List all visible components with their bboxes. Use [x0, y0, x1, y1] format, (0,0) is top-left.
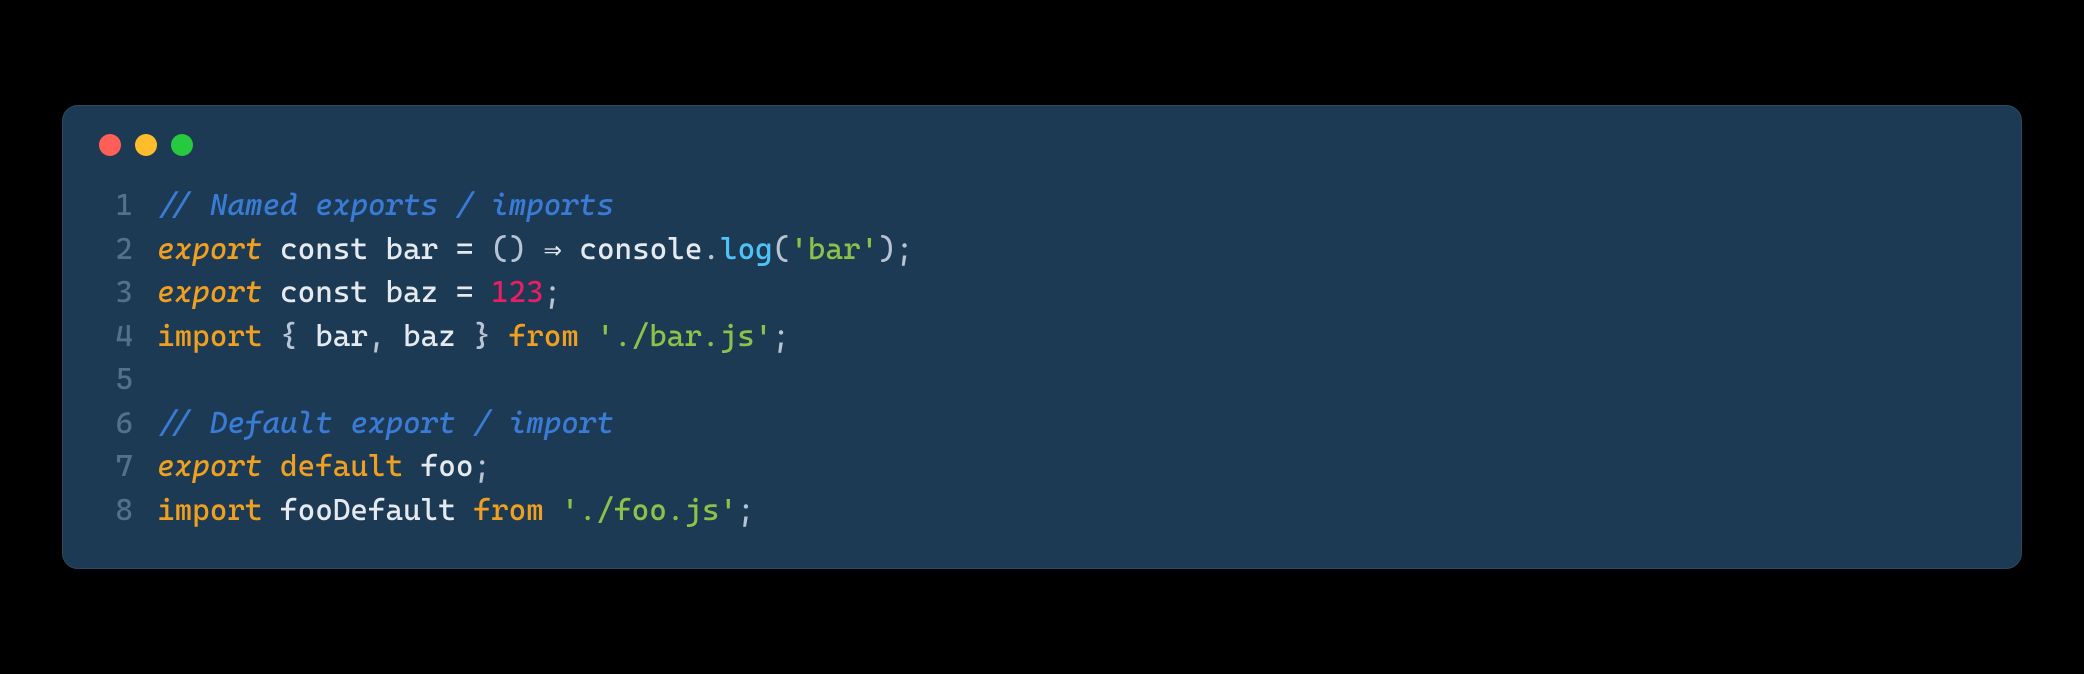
code-token: baz	[386, 275, 439, 310]
line-number: 7	[95, 445, 133, 489]
line-number: 1	[95, 184, 133, 228]
code-token	[438, 232, 456, 267]
code-token: './bar.js'	[596, 319, 772, 354]
code-token	[456, 493, 474, 528]
code-token	[579, 319, 597, 354]
code-token: ;	[737, 493, 755, 528]
code-token	[262, 449, 280, 484]
code-line: 1 // Named exports / imports	[95, 184, 1989, 228]
code-token: ;	[473, 449, 491, 484]
code-token	[526, 232, 544, 267]
code-token: .	[702, 232, 720, 267]
code-token: {	[280, 319, 315, 354]
code-content: // Named exports / imports	[157, 184, 1989, 228]
code-content: export const baz = 123;	[157, 271, 1989, 315]
code-editor-window: 1 // Named exports / imports 2 export const…	[62, 105, 2022, 569]
code-token	[544, 493, 562, 528]
code-token: fooDefault	[280, 493, 456, 528]
code-token: // Named exports / imports	[157, 188, 614, 223]
code-token: const	[280, 275, 368, 310]
code-line: 8 import fooDefault from './foo.js';	[95, 489, 1989, 533]
code-token: console	[579, 232, 702, 267]
line-number: 5	[95, 358, 133, 402]
code-token: // Default export / import	[157, 406, 614, 441]
line-number: 4	[95, 315, 133, 359]
code-token: ;	[772, 319, 790, 354]
code-token	[262, 319, 280, 354]
code-token: );	[878, 232, 913, 267]
code-token: ;	[544, 275, 562, 310]
code-content	[157, 358, 1989, 402]
code-token: default	[280, 449, 403, 484]
code-token	[473, 232, 491, 267]
code-token: const	[280, 232, 368, 267]
code-token	[438, 275, 456, 310]
code-token	[368, 232, 386, 267]
code-token: ,	[368, 319, 403, 354]
code-token: export	[157, 275, 262, 310]
code-token: log	[720, 232, 773, 267]
code-token: import	[157, 493, 262, 528]
code-line: 7 export default foo;	[95, 445, 1989, 489]
code-token: from	[473, 493, 543, 528]
code-token: ()	[491, 232, 526, 267]
code-token: =	[456, 232, 474, 267]
code-token: 'bar'	[790, 232, 878, 267]
code-token: import	[157, 319, 262, 354]
code-token: }	[456, 319, 491, 354]
code-token: baz	[403, 319, 456, 354]
code-token	[262, 275, 280, 310]
code-token	[262, 493, 280, 528]
code-token	[368, 275, 386, 310]
minimize-icon[interactable]	[135, 134, 157, 156]
code-token: bar	[315, 319, 368, 354]
code-area[interactable]: 1 // Named exports / imports 2 export const…	[95, 184, 1989, 532]
line-number: 8	[95, 489, 133, 533]
line-number: 3	[95, 271, 133, 315]
code-line: 2 export const bar = () ⇒ console.log('ba…	[95, 228, 1989, 272]
code-line: 5	[95, 358, 1989, 402]
code-token	[473, 275, 491, 310]
code-line: 3 export const baz = 123;	[95, 271, 1989, 315]
code-token: from	[509, 319, 579, 354]
code-token: 123	[491, 275, 544, 310]
line-number: 2	[95, 228, 133, 272]
code-token: bar	[386, 232, 439, 267]
code-token	[403, 449, 421, 484]
window-traffic-lights	[95, 134, 1989, 156]
code-token	[562, 232, 580, 267]
close-icon[interactable]	[99, 134, 121, 156]
code-token: (	[773, 232, 791, 267]
code-content: export default foo;	[157, 445, 1989, 489]
code-token: './foo.js'	[561, 493, 737, 528]
code-token: export	[157, 449, 262, 484]
maximize-icon[interactable]	[171, 134, 193, 156]
code-token	[491, 319, 509, 354]
code-content: import fooDefault from './foo.js';	[157, 489, 1989, 533]
code-content: // Default export / import	[157, 402, 1989, 446]
code-line: 4 import { bar, baz } from './bar.js';	[95, 315, 1989, 359]
code-token: foo	[421, 449, 474, 484]
line-number: 6	[95, 402, 133, 446]
code-content: export const bar = () ⇒ console.log('bar…	[157, 228, 1989, 272]
code-token: ⇒	[544, 232, 562, 267]
code-token	[262, 232, 280, 267]
code-line: 6 // Default export / import	[95, 402, 1989, 446]
code-token: export	[157, 232, 262, 267]
code-content: import { bar, baz } from './bar.js';	[157, 315, 1989, 359]
code-token: =	[456, 275, 474, 310]
